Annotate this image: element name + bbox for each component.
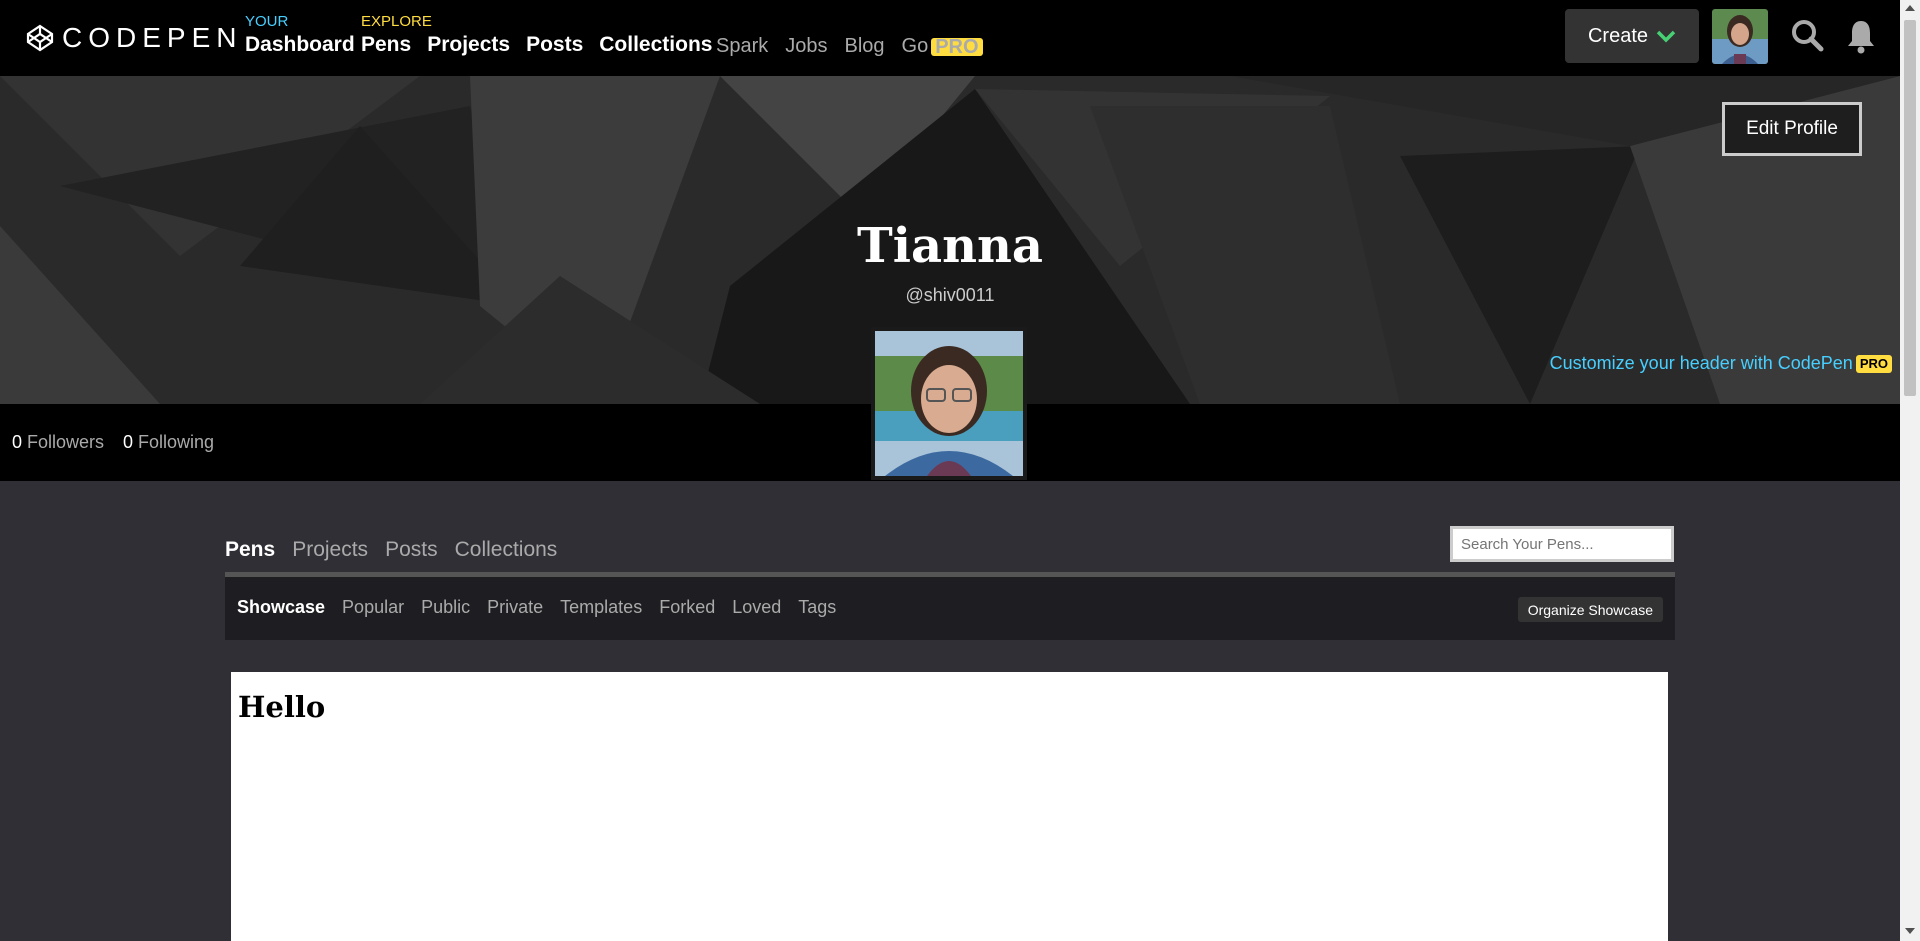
pen-preview[interactable]: Hello (231, 672, 1668, 941)
organize-showcase-button[interactable]: Organize Showcase (1517, 597, 1663, 622)
subtab-tags[interactable]: Tags (798, 597, 836, 618)
profile-name: Tianna (857, 218, 1043, 274)
profile-photo (875, 331, 1023, 476)
subtab-private[interactable]: Private (487, 597, 543, 618)
codepen-cube-icon (26, 24, 54, 52)
profile-picture (871, 327, 1027, 480)
preview-heading: Hello (238, 690, 326, 724)
nav-collections-link[interactable]: Collections (599, 33, 712, 57)
subtab-popular[interactable]: Popular (342, 597, 404, 618)
scroll-down-arrow-icon[interactable] (1905, 928, 1915, 934)
bell-icon[interactable] (1846, 18, 1876, 54)
pens-subnav: Showcase Popular Public Private Template… (225, 577, 1675, 640)
followers-count: 0 (12, 432, 23, 452)
followers-stat[interactable]: 0 Followers (12, 432, 104, 453)
user-avatar[interactable] (1712, 9, 1768, 64)
subtab-public[interactable]: Public (421, 597, 470, 618)
tab-posts[interactable]: Posts (385, 538, 438, 562)
pro-badge: PRO (931, 37, 983, 57)
nav-projects-link[interactable]: Projects (427, 33, 510, 57)
subtab-forked[interactable]: Forked (659, 597, 715, 618)
go-label: Go (901, 35, 929, 57)
logo-text: CODEPEN (62, 22, 243, 53)
nav-jobs-link[interactable]: Jobs (785, 35, 827, 58)
profile-handle: @shiv0011 (905, 285, 995, 305)
nav-pens-link[interactable]: Pens (361, 33, 411, 57)
nav-go-pro-link[interactable]: Go PRO (902, 35, 983, 58)
your-kicker: YOUR (245, 13, 289, 30)
chevron-down-icon (1656, 30, 1676, 43)
secondary-nav: Spark Jobs Blog Go PRO (716, 35, 983, 58)
customize-text: Customize your header with CodePen (1549, 353, 1853, 373)
edit-profile-button[interactable]: Edit Profile (1722, 102, 1862, 156)
pro-badge: PRO (1855, 354, 1892, 373)
subtab-loved[interactable]: Loved (732, 597, 781, 618)
following-stat[interactable]: 0 Following (123, 432, 214, 453)
content-tabs: Pens Projects Posts Collections (225, 538, 557, 562)
search-icon[interactable] (1790, 18, 1824, 52)
nav-posts-link[interactable]: Posts (526, 33, 583, 57)
tab-pens[interactable]: Pens (225, 538, 275, 562)
nav-spark-link[interactable]: Spark (716, 35, 768, 58)
explore-kicker: EXPLORE (361, 13, 432, 30)
your-nav-group: YOUR Dashboard (245, 14, 355, 57)
codepen-logo[interactable]: CODEPEN (26, 22, 242, 54)
scrollbar[interactable] (1900, 0, 1920, 941)
customize-header-link[interactable]: Customize your header with CodePen PRO (1550, 353, 1892, 374)
create-label: Create (1587, 24, 1649, 47)
following-count: 0 (123, 432, 134, 452)
following-label: Following (138, 432, 215, 452)
search-pens-input[interactable] (1450, 526, 1674, 562)
subtab-templates[interactable]: Templates (560, 597, 642, 618)
subtab-showcase[interactable]: Showcase (237, 597, 325, 618)
create-button[interactable]: Create (1565, 9, 1699, 63)
nav-blog-link[interactable]: Blog (845, 35, 885, 58)
top-navigation: CODEPEN YOUR Dashboard EXPLORE Pens Proj… (0, 0, 1900, 76)
scroll-up-arrow-icon[interactable] (1905, 5, 1915, 11)
avatar-photo (1712, 9, 1768, 64)
followers-label: Followers (27, 432, 105, 452)
tab-projects[interactable]: Projects (292, 538, 368, 562)
explore-nav-group: EXPLORE Pens Projects Posts Collections (361, 14, 712, 57)
nav-dashboard-link[interactable]: Dashboard (245, 33, 355, 57)
tab-collections[interactable]: Collections (455, 538, 558, 562)
scroll-thumb[interactable] (1904, 20, 1916, 396)
